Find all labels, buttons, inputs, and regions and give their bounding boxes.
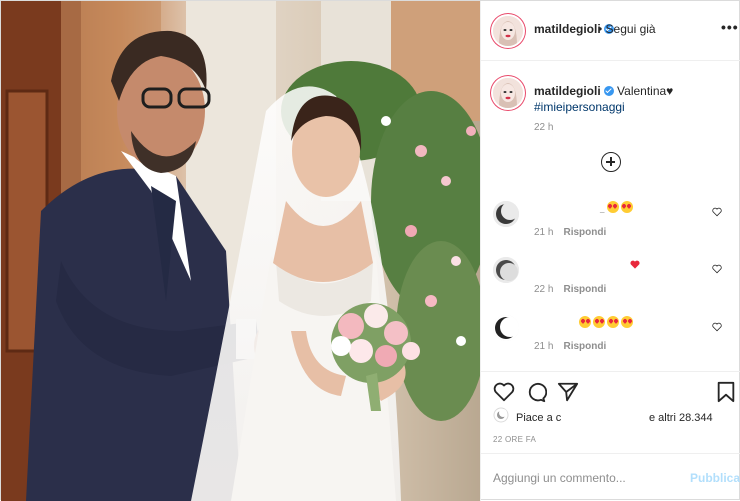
- post-photo[interactable]: [1, 1, 480, 501]
- add-comments-icon[interactable]: [601, 152, 621, 172]
- wedding-photo: [1, 1, 480, 501]
- liker-avatars[interactable]: [493, 407, 511, 423]
- dot-separator: •: [598, 22, 606, 36]
- caption-time[interactable]: 22 h: [534, 122, 553, 133]
- instagram-post-dialog: matildegioli • Segui già ••• matildegiol…: [0, 0, 740, 501]
- reply-button[interactable]: Rispondi: [563, 227, 606, 238]
- comment-form: Aggiungi un commento... Pubblica: [481, 453, 740, 501]
- comment-meta: 21 h Rispondi: [534, 341, 606, 352]
- post-comment-button[interactable]: Pubblica: [690, 471, 740, 485]
- post-side-panel: matildegioli • Segui già ••• matildegiol…: [480, 1, 740, 501]
- comment-avatar[interactable]: [493, 315, 519, 341]
- comment-meta: 22 h Rispondi: [534, 284, 606, 295]
- reply-button[interactable]: Rispondi: [563, 341, 606, 352]
- heart-eyes-emoji: [621, 316, 633, 328]
- caption-body: Valentina♥: [617, 84, 674, 98]
- heart-eyes-emoji: [606, 201, 619, 213]
- comment-time[interactable]: 22 h: [534, 284, 553, 295]
- caption-username[interactable]: matildegioli: [534, 84, 601, 98]
- follow-status[interactable]: • Segui già: [598, 22, 656, 36]
- comment-icon[interactable]: [525, 381, 547, 403]
- avatar-moon-icon: [493, 257, 519, 283]
- follow-button[interactable]: Segui già: [606, 22, 656, 36]
- comment-text: [579, 315, 635, 329]
- post-age[interactable]: 22 ORE FA: [493, 435, 536, 444]
- comment-avatar[interactable]: [493, 257, 519, 283]
- heart-eyes-emoji: [607, 316, 619, 328]
- share-icon[interactable]: [557, 381, 579, 403]
- bookmark-icon[interactable]: [716, 381, 736, 403]
- comment-like-heart-icon[interactable]: [712, 207, 722, 217]
- verified-icon: [603, 86, 614, 96]
- comment-time[interactable]: 21 h: [534, 227, 553, 238]
- heart-eyes-emoji: [620, 201, 633, 213]
- comment-input[interactable]: Aggiungi un commento...: [493, 471, 626, 485]
- heart-eyes-emoji: [593, 316, 605, 328]
- red-heart-emoji: [630, 260, 640, 269]
- comment-text: [630, 257, 640, 271]
- comment-like-heart-icon[interactable]: [712, 264, 722, 274]
- avatar-face-icon: [493, 16, 523, 46]
- comment-avatar[interactable]: [493, 201, 519, 227]
- comment-dash: _: [600, 204, 607, 213]
- heart-eyes-emoji: [579, 316, 591, 328]
- comment-like-heart-icon[interactable]: [712, 322, 722, 332]
- avatar-moon-icon: [493, 201, 519, 227]
- post-header: matildegioli • Segui già •••: [481, 1, 740, 61]
- heart-icon[interactable]: [493, 381, 515, 403]
- username-text[interactable]: matildegioli: [534, 22, 601, 36]
- comment-meta: 21 h Rispondi: [534, 227, 606, 238]
- reply-button[interactable]: Rispondi: [563, 284, 606, 295]
- likes-text-left[interactable]: Piace a c: [516, 412, 561, 424]
- likes-count[interactable]: e altri 28.344: [649, 412, 713, 424]
- caption-avatar[interactable]: [493, 78, 523, 108]
- post-caption: matildegioli Valentina♥ #imieipersonaggi: [534, 83, 724, 115]
- caption-hashtag[interactable]: #imieipersonaggi: [534, 100, 625, 114]
- comment-time[interactable]: 21 h: [534, 341, 553, 352]
- more-icon[interactable]: •••: [721, 19, 739, 35]
- avatar-face-icon: [493, 78, 523, 108]
- author-avatar[interactable]: [493, 16, 523, 46]
- comment-text: _: [600, 200, 635, 214]
- avatar-moon-icon: [493, 315, 519, 341]
